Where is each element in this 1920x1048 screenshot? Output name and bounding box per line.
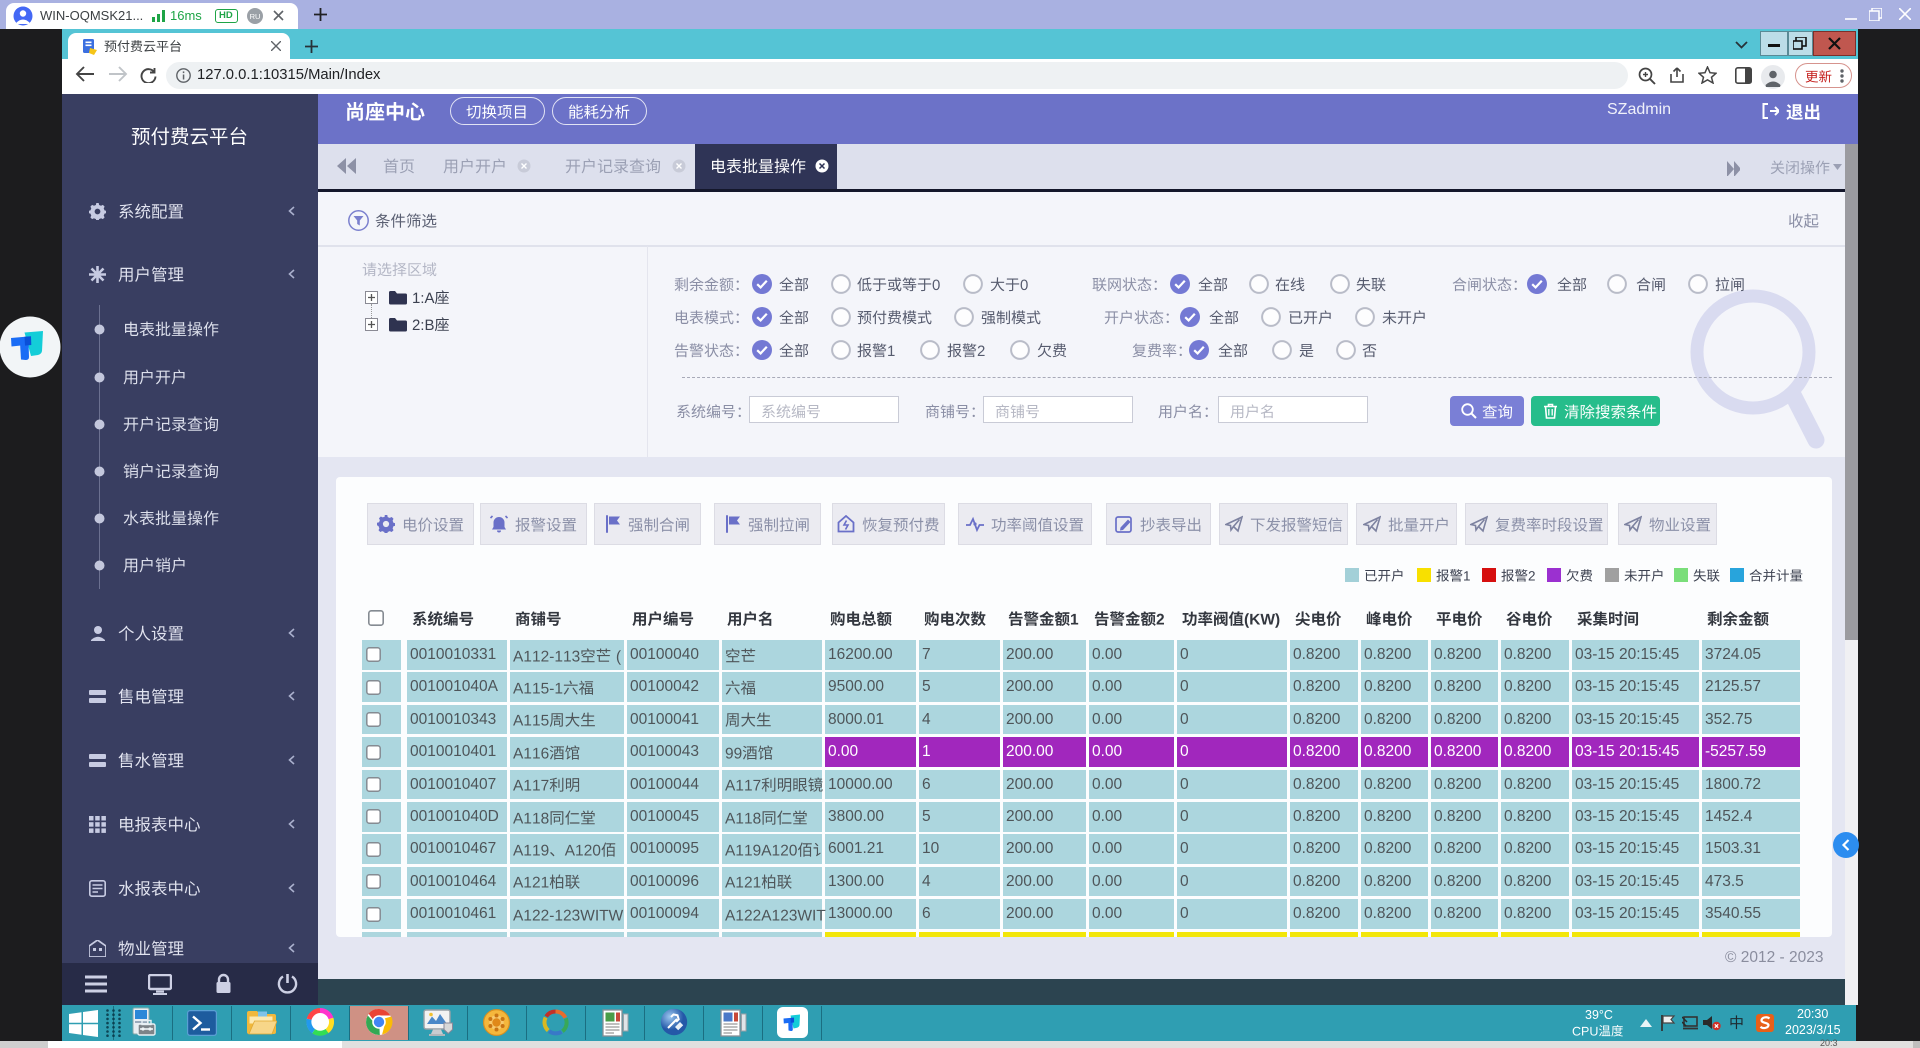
svg-text:RU: RU: [250, 12, 261, 21]
